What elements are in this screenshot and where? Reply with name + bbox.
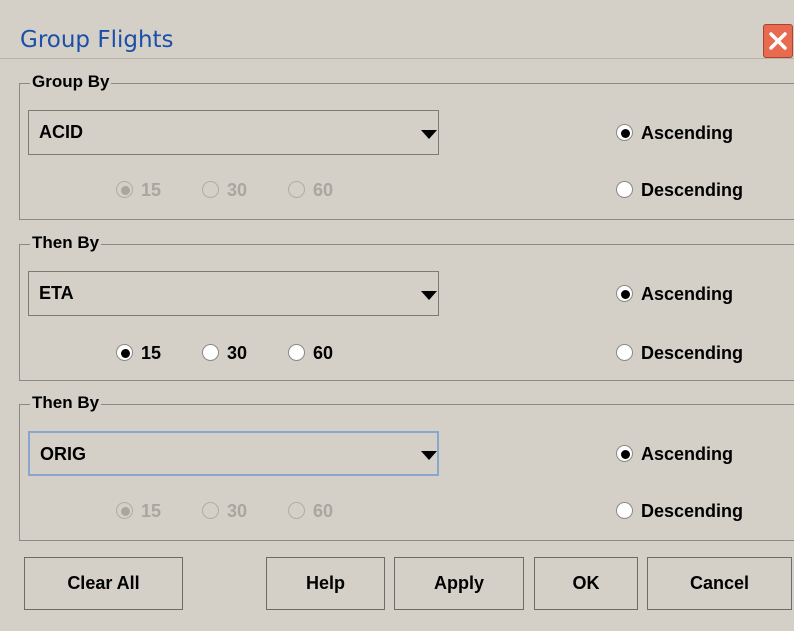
radio-selected-dot <box>121 186 130 195</box>
cancel-button[interactable]: Cancel <box>647 557 792 610</box>
then-by-2-field-dropdown[interactable]: ORIG <box>28 431 439 476</box>
radio-label: 15 <box>141 180 162 200</box>
radio-label: 15 <box>141 343 162 363</box>
radio-label: Descending <box>641 343 744 363</box>
then-by-label: Then By <box>30 232 102 254</box>
radio-selected-dot <box>121 349 130 358</box>
group-flights-dialog: Group Flights Group By ACID 15 30 60 Asc… <box>0 0 794 631</box>
help-button[interactable]: Help <box>266 557 385 610</box>
radio-label: 30 <box>227 180 248 200</box>
ok-button[interactable]: OK <box>534 557 638 610</box>
group-by-field-value: ACID <box>39 122 83 142</box>
close-button[interactable] <box>763 24 793 58</box>
title-bar[interactable]: Group Flights <box>0 0 794 59</box>
radio-label: 15 <box>141 501 162 521</box>
then-by-panel-1: Then By ETA 15 30 60 Ascending Descendin… <box>19 232 794 381</box>
apply-button[interactable]: Apply <box>394 557 524 610</box>
radio-label: Ascending <box>641 284 734 304</box>
chevron-down-icon <box>421 291 437 300</box>
then-by-panel-2: Then By ORIG 15 30 60 Ascending Descendi… <box>19 392 794 541</box>
group-by-panel: Group By ACID 15 30 60 Ascending Descend… <box>19 71 794 220</box>
then-by-label: Then By <box>30 392 102 414</box>
radio-selected-dot <box>621 290 630 299</box>
chevron-down-icon <box>421 130 437 139</box>
radio-label: 60 <box>313 180 334 200</box>
radio-selected-dot <box>621 450 630 459</box>
radio-label: 60 <box>313 501 334 521</box>
window-title: Group Flights <box>20 27 174 53</box>
group-by-field-dropdown[interactable]: ACID <box>28 110 439 155</box>
chevron-down-icon <box>421 451 437 460</box>
radio-label: Descending <box>641 180 744 200</box>
radio-label: 60 <box>313 343 334 363</box>
group-by-label: Group By <box>30 71 112 93</box>
radio-label: 30 <box>227 501 248 521</box>
radio-label: 30 <box>227 343 248 363</box>
radio-label: Descending <box>641 501 744 521</box>
radio-selected-dot <box>121 507 130 516</box>
radio-label: Ascending <box>641 444 734 464</box>
then-by-2-field-value: ORIG <box>40 444 87 464</box>
clear-all-button[interactable]: Clear All <box>24 557 183 610</box>
then-by-1-field-dropdown[interactable]: ETA <box>28 271 439 316</box>
close-icon <box>769 32 787 50</box>
radio-selected-dot <box>621 129 630 138</box>
then-by-1-field-value: ETA <box>39 283 74 303</box>
radio-label: Ascending <box>641 123 734 143</box>
